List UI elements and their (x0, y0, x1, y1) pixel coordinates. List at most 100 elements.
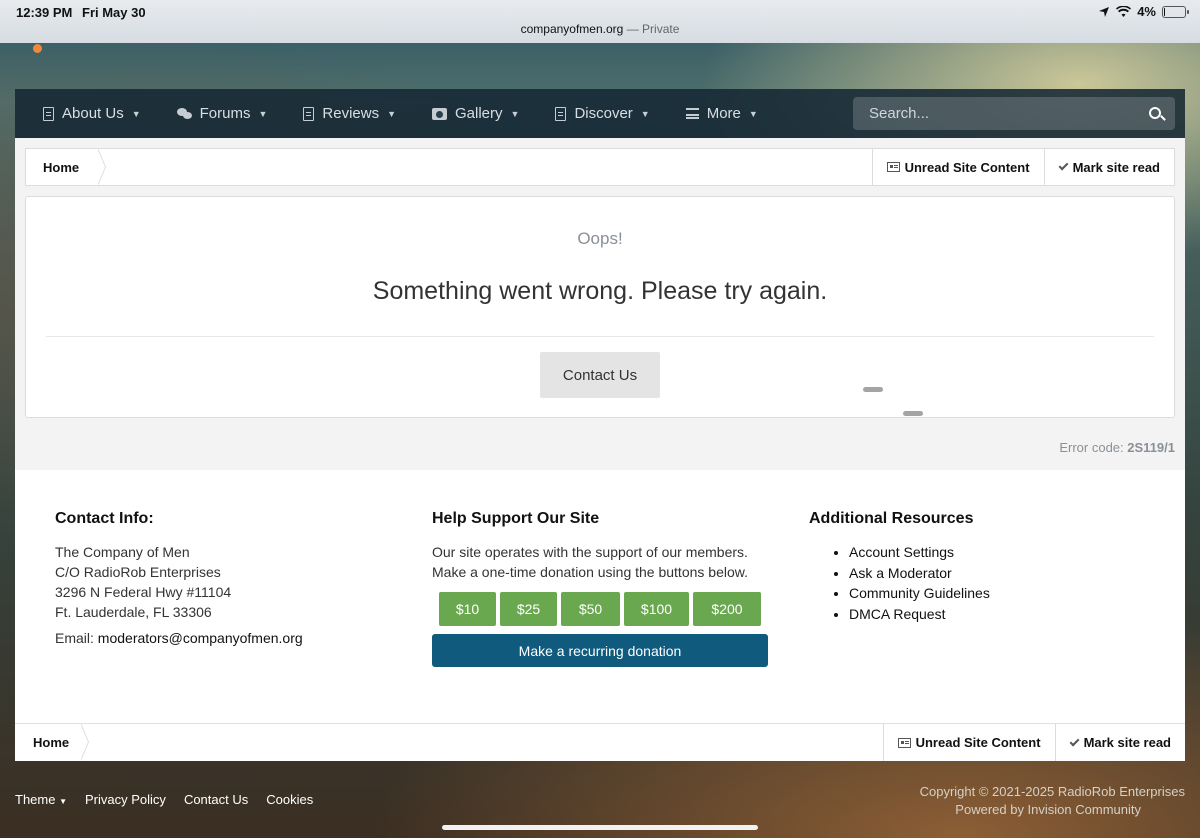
breadcrumb-actions: Unread Site Content Mark site read (871, 149, 1174, 185)
copyright-text: Copyright © 2021-2025 RadioRob Enterpris… (919, 784, 1185, 799)
contact-us-button[interactable]: Contact Us (540, 352, 660, 398)
donate-25-button[interactable]: $25 (500, 592, 557, 626)
search-box (853, 97, 1175, 130)
donation-buttons: $10 $25 $50 $100 $200 (432, 592, 772, 626)
breadcrumb-home-link[interactable]: Home (15, 723, 89, 761)
resources-column: Additional Resources Account Settings As… (809, 510, 1149, 624)
newspaper-icon (886, 162, 900, 172)
footer-widgets: Contact Info: The Company of Men C/O Rad… (15, 470, 1185, 724)
cookies-link[interactable]: Cookies (266, 792, 313, 807)
status-time: 12:39 PM (16, 5, 73, 20)
unread-site-content-link[interactable]: Unread Site Content (882, 724, 1055, 761)
camera-icon (432, 107, 447, 120)
browser-status-bar: 12:39 PM Fri May 30 4% companyofmen.org … (0, 0, 1200, 43)
url-domain: companyofmen.org (520, 22, 624, 36)
caret-down-icon: ▼ (387, 108, 396, 119)
resource-link-account-settings[interactable]: Account Settings (849, 542, 1149, 563)
contact-info-column: Contact Info: The Company of Men C/O Rad… (55, 510, 395, 646)
document-icon (303, 106, 315, 121)
nav-label: Forums (199, 105, 251, 122)
error-code: Error code: 2S119/1 (1059, 440, 1175, 455)
orange-dot-decoration (33, 44, 42, 53)
screen-smudge (903, 411, 923, 416)
support-text: Our site operates with the support of ou… (432, 544, 748, 580)
email-line: Email: moderators@companyofmen.org (55, 630, 395, 646)
comments-icon (176, 108, 192, 119)
document-icon (43, 106, 54, 121)
search-icon[interactable] (1149, 107, 1161, 119)
unread-site-content-link[interactable]: Unread Site Content (871, 149, 1044, 185)
search-input[interactable] (869, 105, 1139, 122)
resource-link-community-guidelines[interactable]: Community Guidelines (849, 583, 1149, 604)
wifi-icon (1116, 5, 1132, 17)
nav-reviews[interactable]: Reviews ▼ (285, 89, 414, 138)
donate-50-button[interactable]: $50 (561, 592, 620, 626)
status-indicators: 4% (1098, 4, 1189, 19)
nav-forums[interactable]: Forums ▼ (159, 89, 286, 138)
donate-10-button[interactable]: $10 (439, 592, 496, 626)
resource-link-dmca-request[interactable]: DMCA Request (849, 604, 1149, 625)
contact-us-link[interactable]: Contact Us (184, 792, 248, 807)
location-arrow-icon (1099, 6, 1110, 17)
theme-label: Theme (15, 792, 56, 807)
breadcrumb-bottom: Home Unread Site Content Mark site read (15, 723, 1185, 761)
email-link[interactable]: moderators@companyofmen.org (98, 630, 303, 646)
nav-label: More (706, 105, 741, 122)
unread-label: Unread Site Content (915, 735, 1041, 750)
breadcrumb-actions: Unread Site Content Mark site read (882, 724, 1185, 761)
nav-gallery[interactable]: Gallery ▼ (414, 89, 537, 138)
recurring-donation-button[interactable]: Make a recurring donation (432, 634, 768, 667)
theme-menu[interactable]: Theme ▼ (15, 792, 67, 807)
caret-down-icon: ▼ (640, 108, 650, 119)
main-nav: About Us ▼ Forums ▼ Reviews ▼ Gallery ▼ … (15, 89, 1185, 138)
mark-site-read-link[interactable]: Mark site read (1043, 149, 1174, 185)
address-line: 3296 N Federal Hwy #11104 (55, 584, 232, 600)
breadcrumb-home-link[interactable]: Home (26, 148, 106, 186)
url-bar[interactable]: companyofmen.org — Private (0, 22, 1200, 36)
support-column: Help Support Our Site Our site operates … (432, 510, 772, 667)
caret-down-icon: ▼ (510, 108, 520, 119)
donate-100-button[interactable]: $100 (624, 592, 689, 626)
powered-by-link[interactable]: Powered by Invision Community (920, 801, 1141, 819)
mark-read-label: Mark site read (1083, 735, 1171, 750)
document-icon (555, 106, 567, 121)
copyright-block: Copyright © 2021-2025 RadioRob Enterpris… (920, 783, 1185, 819)
caret-down-icon: ▼ (258, 108, 268, 119)
resources-heading: Additional Resources (809, 510, 974, 527)
breadcrumb-home-label: Home (43, 159, 80, 175)
privacy-policy-link[interactable]: Privacy Policy (85, 792, 166, 807)
content-area: Home Unread Site Content Mark site read … (15, 138, 1185, 470)
mark-site-read-link[interactable]: Mark site read (1054, 724, 1185, 761)
contact-info-heading: Contact Info: (55, 510, 154, 527)
check-icon (1069, 736, 1080, 746)
error-code-value: 2S119/1 (1127, 440, 1175, 455)
resource-link-ask-moderator[interactable]: Ask a Moderator (849, 563, 1149, 584)
screen-smudge (863, 387, 883, 392)
caret-down-icon: ▼ (59, 797, 68, 806)
donate-200-button[interactable]: $200 (693, 592, 761, 626)
address-line: The Company of Men (55, 544, 190, 560)
home-indicator[interactable] (442, 825, 758, 830)
battery-icon (1162, 5, 1189, 18)
unread-label: Unread Site Content (904, 159, 1030, 175)
newspaper-icon (897, 737, 911, 748)
error-panel: Oops! Something went wrong. Please try a… (25, 196, 1175, 418)
check-icon (1058, 160, 1069, 171)
caret-down-icon: ▼ (131, 108, 141, 119)
divider (46, 336, 1154, 337)
url-private-mode: — Private (626, 22, 680, 36)
nav-more[interactable]: More ▼ (668, 89, 776, 138)
resources-list: Account Settings Ask a Moderator Communi… (849, 542, 1149, 624)
nav-about-us[interactable]: About Us ▼ (15, 89, 159, 138)
mark-read-label: Mark site read (1072, 159, 1160, 175)
support-heading: Help Support Our Site (432, 510, 600, 527)
nav-label: Gallery (455, 105, 503, 122)
error-title: Oops! (577, 229, 623, 248)
nav-discover[interactable]: Discover ▼ (537, 89, 667, 138)
battery-percent: 4% (1137, 4, 1156, 19)
nav-label: About Us (62, 105, 124, 122)
email-label: Email: (55, 630, 94, 646)
nav-label: Reviews (322, 105, 380, 122)
nav-label: Discover (574, 105, 633, 122)
menu-bars-icon (685, 108, 699, 119)
